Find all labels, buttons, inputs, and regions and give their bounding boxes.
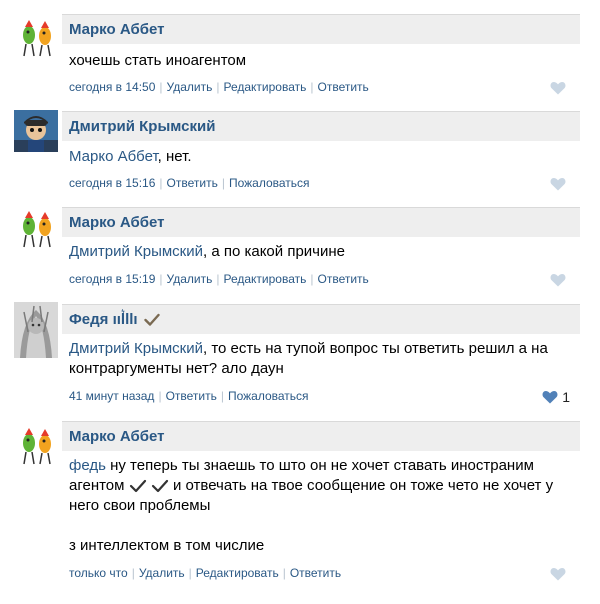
- like-button[interactable]: [550, 81, 566, 95]
- comment-text: Дмитрий Крымский, то есть на тупой вопро…: [69, 340, 548, 377]
- edit-link[interactable]: Редактировать: [196, 566, 279, 580]
- author-name[interactable]: Федя ııl͛llı: [69, 311, 138, 328]
- like-button[interactable]: [550, 567, 566, 581]
- comment-header: Марко Аббет: [62, 421, 580, 451]
- author-name[interactable]: Марко Аббет: [69, 428, 164, 445]
- edit-link[interactable]: Редактировать: [223, 80, 306, 94]
- like-button[interactable]: 1: [542, 389, 570, 405]
- avatar[interactable]: [14, 207, 58, 249]
- mention-link[interactable]: Марко Аббет: [69, 148, 158, 165]
- delete-link[interactable]: Удалить: [167, 272, 213, 286]
- reply-link[interactable]: Ответить: [318, 272, 369, 286]
- heart-icon: [542, 391, 558, 404]
- report-link[interactable]: Пожаловаться: [229, 176, 310, 190]
- mention-link[interactable]: Дмитрий Крымский: [69, 243, 203, 260]
- timestamp[interactable]: сегодня в 14:50: [69, 80, 155, 94]
- like-button[interactable]: [550, 177, 566, 191]
- check-icon: [143, 313, 160, 327]
- comment-meta: 41 минут назад | Ответить | Пожаловаться: [69, 389, 309, 403]
- comment-meta: только что | Удалить | Редактировать | О…: [69, 566, 342, 580]
- mention-link[interactable]: федь: [69, 457, 106, 474]
- edit-link[interactable]: Редактировать: [223, 272, 306, 286]
- like-button[interactable]: [550, 273, 566, 287]
- avatar[interactable]: [14, 302, 58, 358]
- heart-icon: [550, 82, 566, 95]
- check-icon: [129, 479, 147, 493]
- avatar[interactable]: [14, 110, 58, 152]
- delete-link[interactable]: Удалить: [167, 80, 213, 94]
- timestamp[interactable]: сегодня в 15:19: [69, 272, 155, 286]
- comment-header: Федя ııl͛llı: [62, 304, 580, 334]
- comment-meta: сегодня в 15:19 | Удалить | Редактироват…: [69, 272, 369, 286]
- heart-icon: [550, 568, 566, 581]
- comment-meta: сегодня в 15:16 | Ответить | Пожаловатьс…: [69, 176, 310, 190]
- timestamp[interactable]: только что: [69, 566, 128, 580]
- delete-link[interactable]: Удалить: [139, 566, 185, 580]
- author-name[interactable]: Дмитрий Крымский: [69, 118, 215, 135]
- heart-icon: [550, 274, 566, 287]
- avatar[interactable]: [14, 16, 58, 58]
- comment-header: Марко Аббет: [62, 14, 580, 44]
- author-name[interactable]: Марко Аббет: [69, 214, 164, 231]
- comment-text: федь ну теперь ты знаешь то што он не хо…: [69, 457, 554, 514]
- reply-link[interactable]: Ответить: [290, 566, 341, 580]
- reply-link[interactable]: Ответить: [318, 80, 369, 94]
- comment-text: Дмитрий Крымский, а по какой причине: [69, 243, 345, 260]
- heart-icon: [550, 178, 566, 191]
- reply-link[interactable]: Ответить: [166, 389, 217, 403]
- comment-meta: сегодня в 14:50 | Удалить | Редактироват…: [69, 80, 369, 94]
- timestamp[interactable]: сегодня в 15:16: [69, 176, 155, 190]
- reply-link[interactable]: Ответить: [167, 176, 218, 190]
- timestamp[interactable]: 41 минут назад: [69, 389, 154, 403]
- comment-text-paragraph: з интеллектом в том числие: [69, 537, 265, 554]
- avatar[interactable]: [14, 424, 58, 466]
- comment-text: Марко Аббет, нет.: [69, 148, 192, 165]
- like-count: 1: [562, 389, 570, 405]
- comment-text: хочешь стать иноагентом: [69, 52, 247, 69]
- comment-header: Марко Аббет: [62, 207, 580, 237]
- mention-link[interactable]: Дмитрий Крымский: [69, 340, 203, 357]
- check-icon: [151, 479, 169, 493]
- comment-header: Дмитрий Крымский: [62, 111, 580, 141]
- report-link[interactable]: Пожаловаться: [228, 389, 309, 403]
- author-name[interactable]: Марко Аббет: [69, 21, 164, 38]
